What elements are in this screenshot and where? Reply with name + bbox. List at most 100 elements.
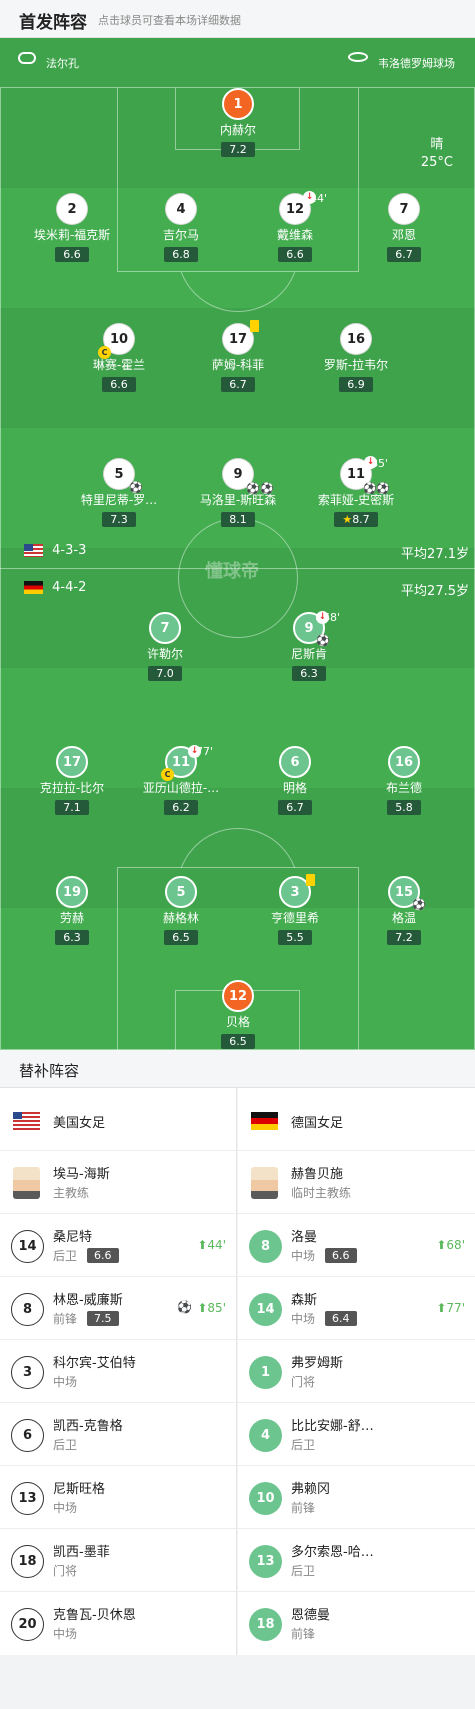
sub-row[interactable]: 1 弗罗姆斯 门将 — [238, 1340, 475, 1403]
sub-position: 前锋 — [291, 1627, 316, 1641]
player-home-rm[interactable]: 16 罗斯-拉韦尔 6.9 — [301, 323, 411, 392]
yellow-card-icon — [250, 320, 259, 332]
player-number: 10 C — [98, 323, 135, 359]
player-number: 9 ⚽ ⚽ — [222, 458, 274, 495]
sub-row[interactable]: 14 森斯 中场 6.4 ⬆77' — [238, 1277, 475, 1340]
sub-position: 后卫 — [291, 1438, 316, 1452]
player-home-gk[interactable]: 1 内赫尔 7.2 — [183, 88, 293, 157]
player-home-lm[interactable]: 10 C 琳赛-霍兰 6.6 — [64, 323, 174, 392]
player-number: 15 ⚽ — [388, 876, 426, 911]
player-number: 7 — [388, 193, 420, 225]
coach-row[interactable]: 赫鲁贝施 临时主教练 — [238, 1151, 475, 1214]
player-name: 埃米莉-福克斯 — [33, 228, 111, 242]
player-away-gk[interactable]: 12 贝格 6.5 — [183, 980, 293, 1049]
player-number: 3 — [279, 874, 315, 908]
sub-row[interactable]: 13 多尔索恩-哈… 后卫 — [238, 1529, 475, 1592]
star-icon: ★ — [342, 513, 353, 526]
sub-minute: 44' — [310, 192, 328, 205]
watermark: 懂球帝 — [205, 561, 259, 582]
player-name: 内赫尔 — [219, 123, 256, 137]
player-number: 11 ↓ C — [161, 745, 201, 781]
player-away-rcm[interactable]: 6 明格 6.7 — [240, 746, 350, 815]
player-name: 劳赫 — [59, 911, 84, 925]
assist-icon: ⚽ — [260, 482, 274, 495]
sub-in-icon: ⬆ — [436, 1238, 447, 1252]
player-number: 17 — [222, 320, 259, 355]
sub-row[interactable]: 13 尼斯旺格 中场 — [0, 1466, 236, 1529]
player-away-lm[interactable]: 17 克拉拉-比尔 7.1 — [17, 746, 127, 815]
player-name: 赫格林 — [162, 911, 199, 925]
player-rating: 6.3 — [292, 666, 326, 681]
sub-number: 1 — [249, 1356, 282, 1389]
sub-row[interactable]: 14 桑尼特 后卫 6.6 ⬆44' — [0, 1214, 236, 1277]
sub-row[interactable]: 8 洛曼 中场 6.6 ⬆68' — [238, 1214, 475, 1277]
player-number: 1 — [222, 88, 254, 120]
sub-name: 比比安娜-舒… — [291, 1419, 374, 1434]
player-rating: 6.7 — [278, 800, 312, 815]
player-home-lw[interactable]: 5 ⚽ 特里尼蒂-罗… 7.3 — [64, 458, 174, 527]
player-away-st-left[interactable]: 7 许勒尔 7.0 — [110, 612, 220, 681]
sub-position: 中场 — [53, 1375, 78, 1389]
player-rating: 7.2 — [221, 142, 255, 157]
player-away-st-right[interactable]: 9 ↓ ⚽ 68' 尼斯肯 6.3 — [254, 611, 364, 681]
player-home-rw[interactable]: 11 ↓ ⚽ ⚽ 85' 索菲娅-史密斯 ★8.7 — [301, 456, 411, 527]
own-goal-icon: ⚽ — [412, 898, 426, 911]
player-home-lcb[interactable]: 4 吉尔马 6.8 — [126, 193, 236, 262]
player-number: 4 — [165, 193, 197, 225]
sub-row[interactable]: 4 比比安娜-舒… 后卫 — [238, 1403, 475, 1466]
sub-number: 3 — [11, 1356, 44, 1389]
sub-in-icon: ⬆ — [197, 1238, 208, 1252]
away-avg-age: 平均27.5岁 — [401, 584, 469, 599]
player-home-lb[interactable]: 2 埃米莉-福克斯 6.6 — [17, 193, 127, 262]
player-rating: 6.6 — [278, 247, 312, 262]
player-rating: 7.1 — [55, 800, 89, 815]
sub-name: 多尔索恩-哈… — [291, 1545, 374, 1560]
coach-row[interactable]: 埃马-海斯 主教练 — [0, 1151, 236, 1214]
player-home-rcb[interactable]: 12 ↓ 44' 戴维森 6.6 — [240, 191, 350, 262]
subs-header: 替补阵容 — [0, 1050, 475, 1088]
sub-minute: 68' — [323, 611, 341, 624]
player-away-lb[interactable]: 19 劳赫 6.3 — [17, 876, 127, 945]
sub-row[interactable]: 8 林恩-威廉斯 前锋 7.5 ⚽ ⬆85' — [0, 1277, 236, 1340]
sub-position: 中场 — [291, 1249, 316, 1263]
sub-row[interactable]: 20 克鲁瓦-贝休恩 中场 — [0, 1592, 236, 1655]
player-away-lcb[interactable]: 5 赫格林 6.5 — [126, 876, 236, 945]
sub-row[interactable]: 18 恩德曼 前锋 — [238, 1592, 475, 1655]
player-away-lcm[interactable]: 11 ↓ C 77' 亚历山德拉-… 6.2 — [126, 745, 236, 815]
team-name: 德国女足 — [291, 1116, 344, 1131]
player-number: 11 ↓ ⚽ ⚽ — [340, 456, 390, 495]
player-away-rm[interactable]: 16 布兰德 5.8 — [349, 746, 459, 815]
sub-row[interactable]: 6 凯西-克鲁格 后卫 — [0, 1403, 236, 1466]
sub-number: 4 — [249, 1419, 282, 1452]
sub-position: 后卫 — [53, 1249, 78, 1263]
team-header: 德国女足 — [238, 1088, 475, 1151]
player-rating: 7.2 — [387, 930, 421, 945]
sub-row[interactable]: 10 弗赖冈 前锋 — [238, 1466, 475, 1529]
sub-name: 森斯 — [291, 1293, 318, 1308]
coach-role: 临时主教练 — [291, 1186, 352, 1200]
player-away-rcb[interactable]: 3 亨德里希 5.5 — [240, 874, 350, 945]
player-name: 特里尼蒂-罗… — [80, 493, 158, 507]
player-home-cm[interactable]: 17 萨姆-科菲 6.7 — [183, 320, 293, 392]
germany-flag-icon — [251, 1112, 278, 1130]
sub-position: 前锋 — [53, 1312, 78, 1326]
sub-position: 中场 — [53, 1627, 78, 1641]
pitch: 法尔孔 韦洛德罗姆球场 懂球帝 晴 25°C 1 内赫尔 7.2 2 埃米莉-福… — [0, 38, 475, 1050]
sub-row[interactable]: 18 凯西-墨菲 门将 — [0, 1529, 236, 1592]
player-name: 萨姆-科菲 — [211, 358, 265, 372]
sub-rating: 6.4 — [325, 1311, 357, 1326]
sub-position: 后卫 — [53, 1438, 78, 1452]
sub-rating: 6.6 — [325, 1248, 357, 1263]
player-away-rb[interactable]: 15 ⚽ 格温 7.2 — [349, 876, 459, 945]
sub-position: 中场 — [53, 1501, 78, 1515]
sub-row[interactable]: 3 科尔宾-艾伯特 中场 — [0, 1340, 236, 1403]
player-home-rb[interactable]: 7 邓恩 6.7 — [349, 193, 459, 262]
pitch-info-bar: 法尔孔 韦洛德罗姆球场 — [0, 38, 475, 88]
player-home-st[interactable]: 9 ⚽ ⚽ 马洛里-斯旺森 8.1 — [183, 458, 293, 527]
assist-icon: ⚽ — [129, 481, 143, 494]
player-number: 16 — [340, 323, 372, 355]
sub-name: 凯西-墨菲 — [53, 1545, 110, 1560]
sub-in-minute: ⬆77' — [436, 1301, 465, 1315]
sub-in-minute: ⬆85' — [197, 1301, 226, 1315]
coach-name: 埃马-海斯 — [53, 1167, 110, 1182]
